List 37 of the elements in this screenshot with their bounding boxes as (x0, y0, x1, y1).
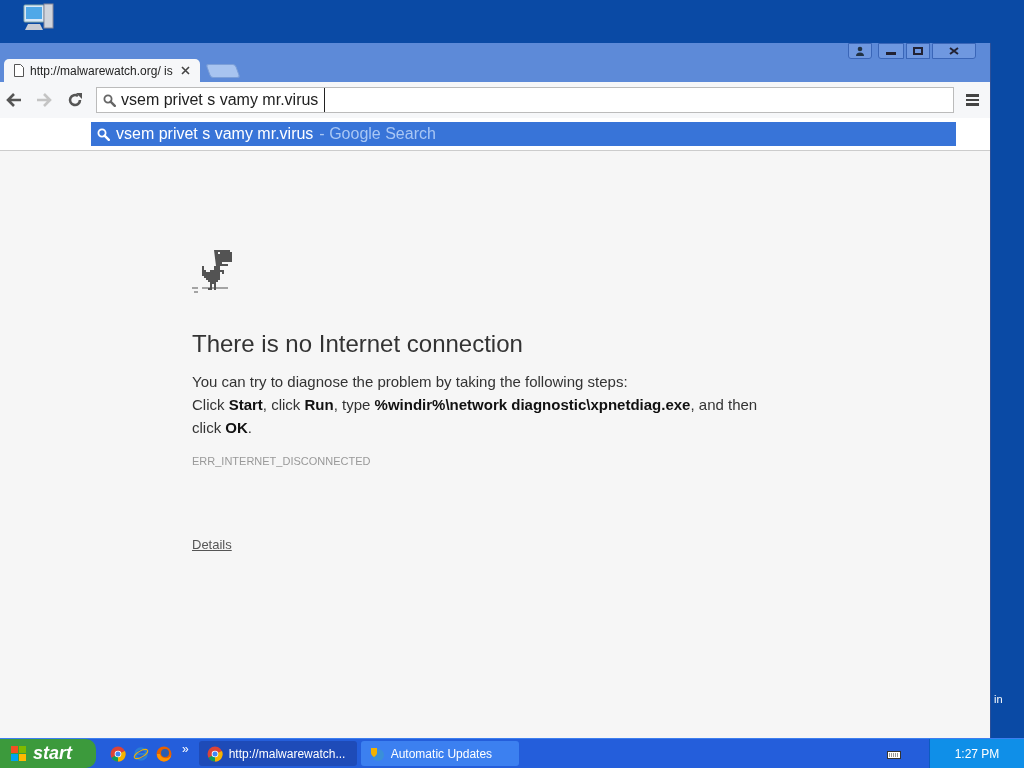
address-bar[interactable]: vsem privet s vamy mr.virus (96, 87, 954, 113)
page-icon (14, 64, 24, 77)
address-text: vsem privet s vamy mr.virus (121, 88, 325, 112)
browser-tab[interactable]: http://malwarewatch.org/ is (4, 59, 200, 82)
taskbar-button[interactable]: http://malwarewatch... (198, 741, 357, 766)
close-icon[interactable] (181, 66, 190, 75)
start-button[interactable]: start (0, 739, 96, 768)
globe-shield-icon (368, 745, 385, 762)
chrome-icon (110, 745, 126, 762)
windows-flag-icon (10, 744, 28, 763)
error-steps: Click Start, click Run, type %windir%\network diagnostic\xpnetdiag.exe, and then click OK. (192, 393, 772, 439)
reload-icon[interactable] (66, 91, 84, 109)
suggestion-item[interactable]: vsem privet s vamy mr.virus - Google Search (91, 122, 956, 146)
desktop-text: in (994, 691, 1003, 707)
suggestion-hint: - Google Search (319, 124, 436, 144)
chevron-text[interactable]: » (182, 739, 189, 758)
tab-title: http://malwarewatch.org/ is (30, 62, 173, 80)
taskbar-button[interactable]: Automatic Updates (360, 741, 519, 766)
close-icon (949, 47, 959, 55)
person-icon (855, 46, 865, 56)
error-intro: You can try to diagnose the problem by taking the following steps: (192, 372, 628, 392)
minimize-button[interactable] (878, 43, 904, 59)
search-icon (97, 127, 110, 141)
suggestion-text: vsem privet s vamy mr.virus (116, 124, 314, 144)
error-code: ERR_INTERNET_DISCONNECTED (192, 454, 371, 469)
search-icon (103, 93, 116, 107)
fox-globe-icon (156, 745, 172, 762)
chrome-icon (206, 745, 223, 762)
minimize-icon (886, 52, 896, 55)
clock-text: 1:27 PM (954, 745, 1000, 763)
close-button[interactable] (932, 43, 976, 59)
maximize-icon (913, 47, 923, 55)
details-link[interactable]: Details (192, 534, 232, 554)
error-title: There is no Internet connection (192, 329, 523, 359)
keyboard-icon[interactable] (887, 748, 901, 759)
profile-button[interactable] (848, 43, 872, 59)
maximize-button[interactable] (906, 43, 930, 59)
